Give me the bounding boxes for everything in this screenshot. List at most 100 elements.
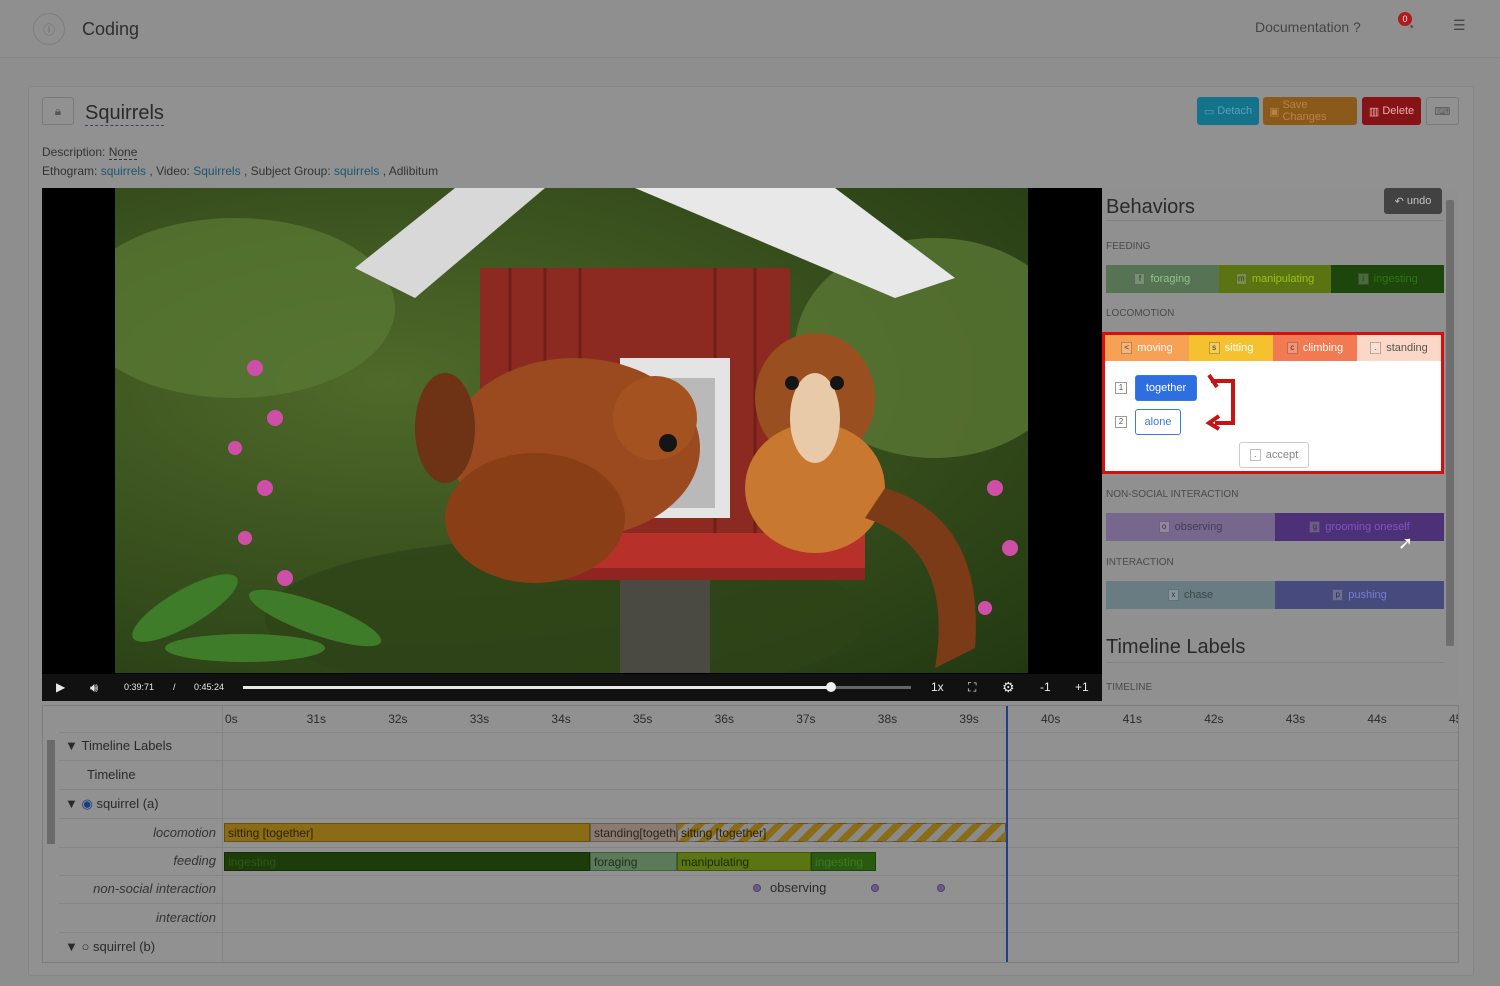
modifier-row: 2 alone <box>1115 409 1181 435</box>
notifications-button[interactable]: 0 ◔ <box>1398 12 1422 36</box>
ethogram-link[interactable]: squirrels <box>101 164 146 178</box>
seek-handle[interactable] <box>825 682 836 692</box>
behavior-standing[interactable]: . standing <box>1357 335 1441 361</box>
grid-line <box>59 903 1458 904</box>
segment-ingesting[interactable]: ingesting <box>224 852 590 871</box>
fullscreen-icon[interactable]: ⛶ <box>968 674 976 701</box>
grid-line <box>59 932 1458 933</box>
documentation-link[interactable]: Documentation ? <box>1255 19 1361 35</box>
segment-ingesting[interactable]: ingesting <box>811 852 876 871</box>
save-changes-button[interactable]: ▣ Save Changes <box>1263 97 1357 125</box>
row-label-feeding: feeding <box>173 853 216 868</box>
time-tick-label: 44s <box>1367 712 1387 726</box>
app-logo-icon[interactable]: ⓘ <box>33 13 65 45</box>
group-toggle-timeline-labels[interactable]: ▼ Timeline Labels <box>65 738 172 753</box>
step-back-button[interactable]: -1 <box>1040 674 1051 701</box>
settings-gear-icon[interactable]: ⚙ <box>1002 674 1015 701</box>
play-icon[interactable]: ▶ <box>56 674 65 701</box>
event-observing-point[interactable] <box>871 884 879 892</box>
row-label-timeline: Timeline <box>87 767 136 782</box>
row-label-non-social-interaction: non-social interaction <box>93 881 216 896</box>
segment-sitting-together[interactable]: sitting [together] <box>224 823 590 842</box>
radio-unselected-icon[interactable]: ○ <box>81 939 89 954</box>
video-player[interactable]: ▶ 🔊︎ 0:39:71 / 0:45:24 1x ⛶ ⚙ -1 +1 <box>42 188 1102 701</box>
seek-progress <box>243 686 831 689</box>
segment-standing-together[interactable]: standing[together] <box>590 823 677 842</box>
divider <box>1106 662 1444 663</box>
meta-line: Ethogram: squirrels , Video: Squirrels ,… <box>42 164 439 178</box>
chat-icon: ◔ <box>1407 20 1415 34</box>
event-observing-point[interactable] <box>937 884 945 892</box>
category-non-social-interaction: NON-SOCIAL INTERACTION <box>1106 489 1239 500</box>
time-separator: / <box>173 682 176 692</box>
panel-scrollbar[interactable] <box>1446 200 1454 646</box>
time-tick-label: 33s <box>469 712 490 726</box>
accept-button[interactable]: . accept <box>1239 442 1309 468</box>
video-link[interactable]: Squirrels <box>193 164 240 178</box>
behaviors-panel: Behaviors ↶ undo FEEDING f foraging m mani… <box>1102 188 1458 701</box>
keyboard-button[interactable]: ⌨ <box>1426 97 1459 125</box>
time-tick-label: 0s <box>225 712 238 726</box>
behavior-moving[interactable]: < moving <box>1105 335 1189 361</box>
time-tick-label: 45s <box>1449 712 1458 726</box>
video-frame <box>115 188 1028 673</box>
time-tick-label: 41s <box>1122 712 1142 726</box>
description-line: Description: None <box>42 145 138 160</box>
row-label-interaction: interaction <box>156 910 216 925</box>
behavior-manipulating[interactable]: m manipulating <box>1218 265 1332 293</box>
behavior-climbing[interactable]: c climbing <box>1273 335 1357 361</box>
timeline-panel: 0s 31s 32s 33s 34s 35s 36s 37s 38s 39s 40s 41s 42s 43… <box>42 705 1459 963</box>
segment-sitting-together-active[interactable]: sitting [together] <box>677 823 1006 842</box>
behavior-sitting[interactable]: s sitting <box>1189 335 1273 361</box>
playhead[interactable] <box>1006 706 1008 962</box>
behavior-grooming-oneself[interactable]: g grooming oneself <box>1275 513 1444 541</box>
locomotion-row: < moving s sitting c climbing . standing <box>1105 335 1441 361</box>
radio-selected-icon[interactable]: ◉ <box>81 796 92 811</box>
menu-icon[interactable]: ☰ <box>1453 17 1466 34</box>
group-toggle-squirrel-a[interactable]: ▼ ◉ squirrel (a) <box>65 796 159 812</box>
detach-button[interactable]: ▭ Detach <box>1197 97 1259 125</box>
top-navbar: ⓘ Coding Documentation ? 0 ◔ ☰ <box>0 0 1500 58</box>
speed-button[interactable]: 1x <box>931 674 944 701</box>
locomotion-modifier-popup: < moving s sitting c climbing . standing 1 t… <box>1102 332 1444 474</box>
lock-icon: 🔒︎ <box>54 103 62 118</box>
arrow-annotation-icon <box>1205 373 1235 431</box>
grid-line <box>59 818 1458 819</box>
behavior-ingesting[interactable]: i ingesting <box>1331 265 1445 293</box>
time-tick-label: 37s <box>796 712 816 726</box>
seek-bar[interactable] <box>243 682 911 692</box>
subject-group-link[interactable]: squirrels <box>334 164 379 178</box>
event-observing-point[interactable] <box>753 884 761 892</box>
description-value[interactable]: None <box>108 145 138 160</box>
behavior-pushing[interactable]: p pushing <box>1275 581 1444 609</box>
segment-foraging[interactable]: foraging <box>590 852 677 871</box>
timeline-labels-title: Timeline Labels <box>1106 636 1246 658</box>
step-forward-button[interactable]: +1 <box>1075 674 1089 701</box>
divider <box>1106 220 1444 221</box>
time-tick-label: 40s <box>1041 712 1061 726</box>
feeding-row: f foraging m manipulating i ingesting <box>1106 265 1445 293</box>
grid-line <box>59 732 1458 733</box>
delete-button[interactable]: ▥ Delete <box>1362 97 1421 125</box>
interaction-row: x chase p pushing <box>1106 581 1444 609</box>
category-feeding: FEEDING <box>1106 241 1151 252</box>
grid-line <box>59 789 1458 790</box>
player-controls: ▶ 🔊︎ 0:39:71 / 0:45:24 1x ⛶ ⚙ -1 +1 <box>42 674 1102 701</box>
time-tick-label: 32s <box>388 712 408 726</box>
behavior-chase[interactable]: x chase <box>1106 581 1275 609</box>
modifier-together-button[interactable]: together <box>1135 375 1197 401</box>
behaviors-title: Behaviors <box>1106 196 1195 218</box>
time-tick-label: 43s <box>1285 712 1306 726</box>
behavior-observing[interactable]: o observing <box>1106 513 1275 541</box>
row-label-locomotion: locomotion <box>153 825 216 840</box>
undo-button[interactable]: ↶ undo <box>1384 188 1442 214</box>
group-toggle-squirrel-b[interactable]: ▼ ○ squirrel (b) <box>65 939 155 954</box>
observation-title[interactable]: Squirrels <box>85 102 164 126</box>
timeline-scrollbar[interactable] <box>47 740 55 844</box>
volume-icon[interactable]: 🔊︎ <box>90 674 98 701</box>
behavior-foraging[interactable]: f foraging <box>1106 265 1219 293</box>
segment-manipulating[interactable]: manipulating <box>677 852 811 871</box>
lock-button[interactable]: 🔒︎ <box>42 97 74 125</box>
modifier-alone-button[interactable]: alone <box>1135 409 1181 435</box>
modifier-row: 1 together <box>1115 375 1197 401</box>
